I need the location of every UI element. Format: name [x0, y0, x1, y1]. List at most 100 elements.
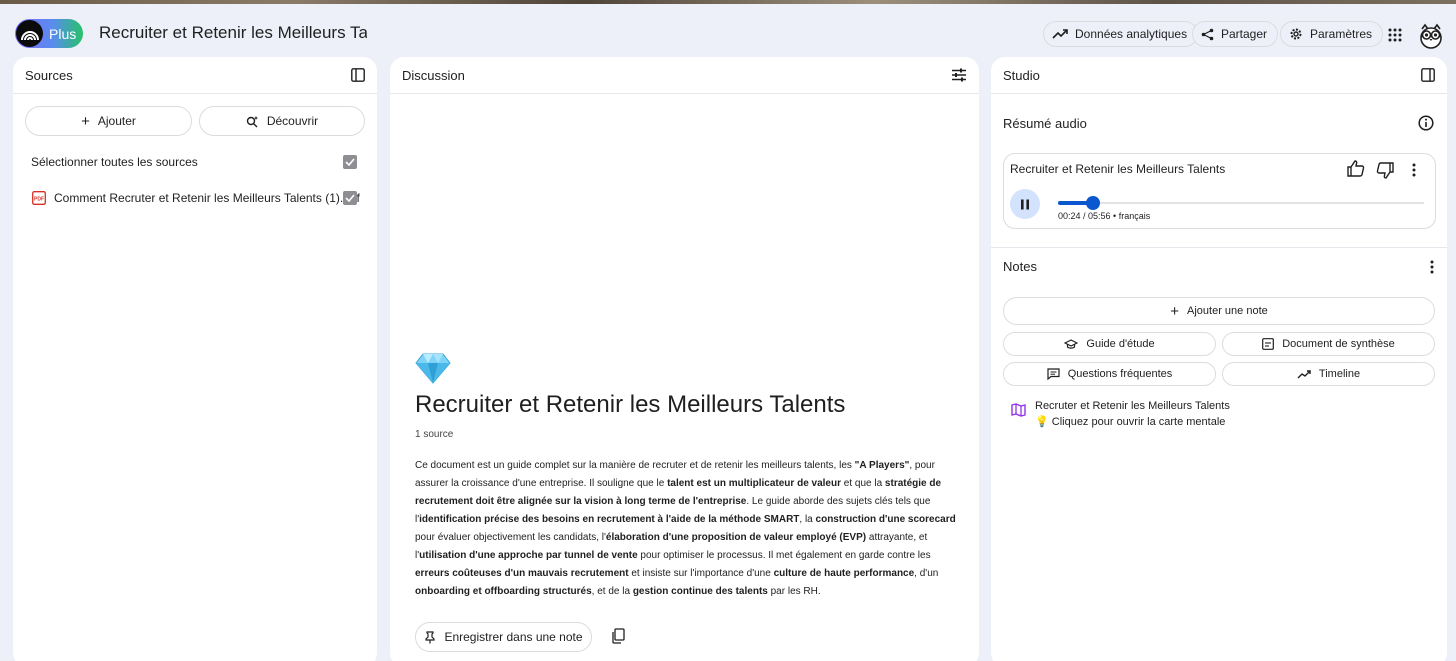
timeline-label: Timeline	[1318, 368, 1361, 380]
summary-bold-segment: identification précise des besoins en re…	[419, 514, 800, 525]
study-guide-button[interactable]: Guide d'étude	[1003, 332, 1216, 356]
app-header: Plus Recruiter et Retenir les Meilleurs …	[0, 4, 1456, 58]
trending-up-icon	[1297, 370, 1311, 379]
audio-title: Recruiter et Retenir les Meilleurs Talen…	[1010, 162, 1226, 176]
audio-time: 00:24 / 05:56 • français	[1058, 211, 1151, 221]
summary-bold-segment: "A Players"	[854, 460, 910, 471]
pdf-badge-text: PDF	[34, 197, 44, 203]
timeline-button[interactable]: Timeline	[1222, 362, 1435, 386]
discover-sources-button[interactable]: Découvrir	[199, 106, 365, 136]
notebooklm-logo-icon	[16, 20, 43, 47]
briefing-doc-button[interactable]: Document de synthèse	[1222, 332, 1435, 356]
notes-more-vert-icon[interactable]	[1430, 260, 1434, 279]
summary-bold-segment: erreurs coûteuses d'un mauvais recruteme…	[415, 568, 629, 579]
summary-bold-segment: talent est un multiplicateur de valeur	[667, 478, 841, 489]
search-sparkle-icon	[246, 115, 258, 127]
pause-icon	[1021, 199, 1029, 209]
thumbs-up-icon[interactable]	[1347, 160, 1365, 182]
info-icon[interactable]	[1418, 115, 1434, 136]
sources-header: Sources	[13, 57, 377, 94]
discover-label: Découvrir	[266, 114, 319, 128]
faq-label: Questions fréquentes	[1067, 368, 1173, 380]
analytics-label: Données analytiques	[1075, 27, 1188, 41]
sources-panel: Sources + Ajouter Découvrir Sélectionner…	[13, 57, 377, 661]
discussion-panel: Discussion Recruiter et Retenir les Meil…	[390, 57, 979, 661]
summary-text-segment: et insiste sur l'importance d'une	[628, 568, 774, 579]
share-button[interactable]: Partager	[1192, 21, 1279, 47]
summary-text-segment: , la	[799, 514, 816, 525]
pdf-file-icon: PDF	[32, 191, 46, 208]
document-icon	[1262, 338, 1275, 350]
summary-bold-segment: élaboration d'une proposition de valeur …	[605, 532, 867, 543]
notebook-heading: Recruiter et Retenir les Meilleurs Talen…	[415, 391, 846, 418]
studio-divider	[991, 247, 1447, 248]
map-icon	[1011, 403, 1026, 417]
summary-text-segment: pour évaluer objectivement les candidats…	[415, 532, 606, 543]
pause-button[interactable]	[1010, 189, 1040, 219]
share-label: Partager	[1221, 27, 1268, 41]
notes-label: Notes	[1003, 259, 1037, 274]
briefing-doc-label: Document de synthèse	[1282, 338, 1395, 350]
school-cap-icon	[1064, 338, 1079, 349]
summary-text-segment: par les RH.	[767, 586, 821, 597]
analytics-button[interactable]: Données analytiques	[1043, 21, 1199, 47]
audio-summary-label: Résumé audio	[1003, 116, 1087, 131]
notebook-title[interactable]: Recruiter et Retenir les Meilleurs Talen…	[99, 23, 367, 43]
save-to-note-button[interactable]: Enregistrer dans une note	[415, 622, 592, 652]
source-item-checkbox[interactable]	[343, 191, 357, 205]
add-note-label: Ajouter une note	[1187, 305, 1268, 317]
sources-title: Sources	[25, 67, 73, 83]
summary-bold-segment: construction d'une scorecard	[815, 514, 956, 525]
audio-progress-thumb[interactable]	[1086, 196, 1100, 210]
more-vert-icon[interactable]	[1412, 163, 1416, 182]
source-count: 1 source	[415, 429, 454, 440]
source-item[interactable]: PDF Comment Recruter et Retenir les Meil…	[13, 185, 377, 211]
collapse-panel-icon[interactable]	[1421, 68, 1435, 82]
audio-progress-track[interactable]	[1058, 196, 1424, 210]
mind-map-note[interactable]: Recruter et Retenir les Meilleurs Talent…	[1011, 400, 1230, 428]
diamond-emoji-icon	[415, 352, 451, 389]
summary-text-segment: Ce document est un guide complet sur la …	[415, 460, 855, 471]
add-source-button[interactable]: + Ajouter	[25, 106, 192, 136]
pin-icon	[425, 630, 436, 643]
audio-progress-fill	[1058, 201, 1088, 205]
chat-bubble-icon	[1047, 368, 1060, 380]
faq-button[interactable]: Questions fréquentes	[1003, 362, 1216, 386]
select-all-label: Sélectionner toutes les sources	[31, 155, 198, 169]
source-item-name: Comment Recruter et Retenir les Meilleur…	[54, 191, 360, 205]
select-all-checkbox[interactable]	[343, 155, 357, 169]
summary-text-segment: , et de la	[591, 586, 633, 597]
plus-icon: +	[1170, 302, 1180, 320]
summary-bold-segment: onboarding et offboarding structurés	[415, 586, 592, 597]
discussion-title: Discussion	[402, 67, 465, 83]
studio-title: Studio	[1003, 67, 1040, 83]
add-note-button[interactable]: + Ajouter une note	[1003, 297, 1435, 325]
summary-text-segment: , d'un	[914, 568, 939, 579]
save-to-note-label: Enregistrer dans une note	[444, 630, 583, 644]
mind-map-title: Recruter et Retenir les Meilleurs Talent…	[1035, 400, 1230, 412]
google-apps-icon[interactable]	[1388, 28, 1402, 47]
summary-bold-segment: utilisation d'une approche par tunnel de…	[419, 550, 638, 561]
thumbs-down-icon[interactable]	[1376, 162, 1394, 184]
mind-map-hint: 💡 Cliquez pour ouvrir la carte mentale	[1035, 416, 1226, 428]
discussion-header: Discussion	[390, 57, 979, 94]
settings-label: Paramètres	[1310, 27, 1373, 41]
plus-icon: +	[81, 112, 90, 130]
tune-settings-icon[interactable]	[951, 68, 967, 82]
summary-bold-segment: gestion continue des talents	[632, 586, 768, 597]
owl-avatar-icon[interactable]	[1418, 23, 1444, 54]
plus-badge-label: Plus	[49, 25, 77, 42]
summary-text-segment: et que la	[841, 478, 885, 489]
summary-text-segment: pour optimiser le processus. Il met égal…	[637, 550, 931, 561]
studio-header: Studio	[991, 57, 1447, 94]
copy-icon[interactable]	[611, 628, 625, 649]
notebook-summary: Ce document est un guide complet sur la …	[415, 457, 960, 601]
notebooklm-plus-logo[interactable]: Plus	[15, 19, 83, 48]
collapse-panel-icon[interactable]	[351, 68, 365, 82]
settings-button[interactable]: Paramètres	[1280, 21, 1384, 47]
share-icon	[1201, 28, 1214, 40]
select-all-row[interactable]: Sélectionner toutes les sources	[13, 149, 377, 175]
studio-panel: Studio Résumé audio Recruiter et Retenir…	[991, 57, 1447, 661]
study-guide-label: Guide d'étude	[1086, 338, 1155, 350]
trending-up-icon	[1052, 29, 1068, 39]
